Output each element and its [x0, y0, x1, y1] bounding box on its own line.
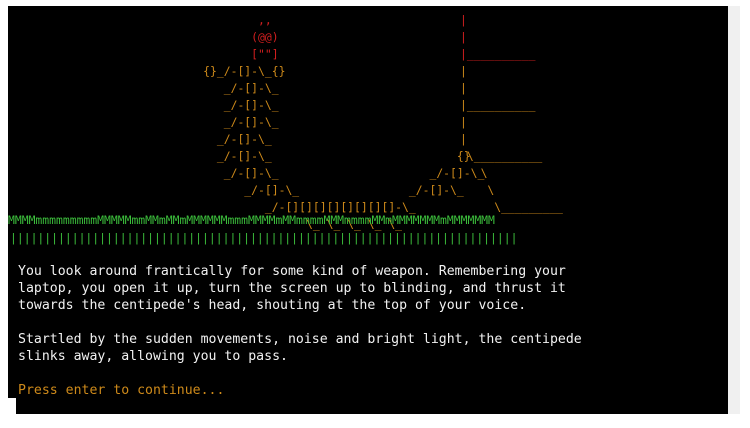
wall-top: | | |__________: [460, 12, 535, 63]
body-line: _/-[]-\_ _/-[]-\_: [18, 183, 464, 197]
wall-line: |__________: [460, 47, 536, 61]
scrollbar[interactable]: [728, 6, 740, 414]
body-line: _/-[]-\_ _/-[]-\_: [18, 166, 485, 180]
wall-line: |: [460, 81, 467, 95]
wall-line: |: [460, 13, 467, 27]
wall-line: \: [460, 166, 488, 180]
body-line: {}_/-[]-\_{}: [18, 64, 286, 78]
body-line: _/-[]-\_: [18, 98, 279, 112]
head-line: (@@): [18, 30, 279, 44]
centipede-head: ,, (@@) [""]: [18, 12, 279, 63]
fence-line: ||||||||||||||||||||||||||||||||||||||||…: [10, 231, 518, 245]
body-line: _/-[]-\_ {}: [18, 149, 471, 163]
head-line: ,,: [18, 13, 272, 27]
body-line: _/-[]-\_: [18, 132, 272, 146]
story-line: You look around frantically for some kin…: [18, 264, 566, 279]
wall-line: |: [460, 115, 467, 129]
terminal-bottom-edge: [16, 398, 728, 414]
wall-line: |: [460, 30, 467, 44]
wall-line: |: [460, 64, 467, 78]
story-line: Startled by the sudden movements, noise …: [18, 332, 582, 347]
terminal-window[interactable]: ,, (@@) [""] {}_/-[]-\_{} _/-[]-\_ _/-[]…: [8, 6, 728, 398]
wall-line: |: [460, 132, 467, 146]
continue-prompt[interactable]: Press enter to continue...: [18, 382, 224, 398]
story-paragraph-2: Startled by the sudden movements, noise …: [18, 331, 582, 365]
wall-line: \: [460, 183, 495, 197]
story-line: laptop, you open it up, turn the screen …: [18, 281, 566, 296]
body-line: _/-[]-\_: [18, 115, 279, 129]
body-line: _/-[]-\_: [18, 81, 279, 95]
grass-line: MMMMmmmmmmmmmMMMMMmmMMmMMmMMMMMMmmmMMMMm…: [8, 213, 495, 227]
wall-line: \__________: [460, 149, 543, 163]
wall-bottom: | | |__________ | | \__________ \ \ \___…: [460, 63, 563, 216]
story-paragraph-1: You look around frantically for some kin…: [18, 263, 566, 314]
head-line: [""]: [18, 47, 279, 61]
story-line: towards the centipede's head, shouting a…: [18, 298, 527, 313]
story-line: slinks away, allowing you to pass.: [18, 349, 288, 364]
wall-line: |__________: [460, 98, 536, 112]
centipede-body: {}_/-[]-\_{} _/-[]-\_ _/-[]-\_ _/-[]-\_ …: [18, 63, 484, 233]
